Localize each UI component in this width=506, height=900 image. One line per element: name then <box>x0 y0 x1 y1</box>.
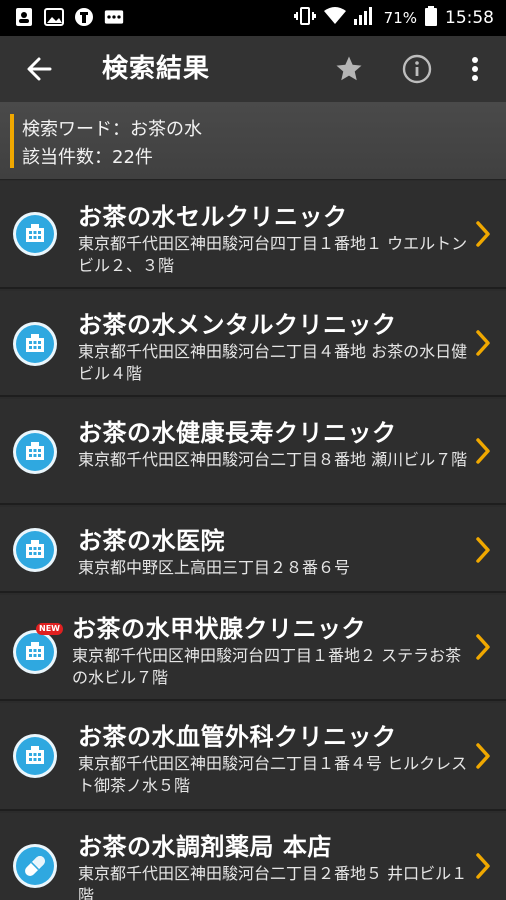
clinic-icon <box>13 630 57 674</box>
result-row[interactable]: お茶の水メンタルクリニック 東京都千代田区神田駿河台二丁目４番地 お茶の水日健ビ… <box>0 291 506 397</box>
clinic-icon <box>13 430 57 474</box>
search-summary: 検索ワード：お茶の水 該当件数：22件 <box>0 102 506 180</box>
chevron-right-icon <box>476 537 490 563</box>
new-badge: NEW <box>36 623 63 635</box>
clock: 15:58 <box>445 8 494 28</box>
result-list[interactable]: お茶の水セルクリニック 東京都千代田区神田駿河台四丁目１番地１ ウエルトンビル２… <box>0 181 506 900</box>
wifi-icon <box>323 6 346 30</box>
chevron-right-icon <box>476 330 490 356</box>
star-icon <box>336 56 362 81</box>
status-bar: 71% 15:58 <box>0 0 506 36</box>
back-button[interactable] <box>20 50 58 88</box>
facility-name: お茶の水メンタルクリニック <box>78 311 397 339</box>
chevron-right-icon <box>476 221 490 247</box>
facility-name: お茶の水医院 <box>78 527 225 555</box>
favorite-button[interactable] <box>332 52 366 86</box>
search-keyword: 検索ワード：お茶の水 <box>22 119 202 140</box>
result-row[interactable]: お茶の水健康長寿クリニック 東京都千代田区神田駿河台二丁目８番地 瀬川ビル７階 <box>0 399 506 505</box>
clinic-icon <box>13 212 57 256</box>
facility-address: 東京都千代田区神田駿河台二丁目４番地 お茶の水日健ビル４階 <box>78 342 468 383</box>
clinic-icon <box>13 322 57 366</box>
summary-accent-bar <box>10 114 14 168</box>
facility-name: お茶の水セルクリニック <box>78 203 348 231</box>
facility-name: お茶の水血管外科クリニック <box>78 723 397 751</box>
page-title: 検索結果 <box>102 54 211 84</box>
chevron-right-icon <box>476 853 490 879</box>
overflow-menu-button[interactable] <box>460 52 490 86</box>
cell-signal-icon <box>353 6 374 30</box>
contact-card-icon <box>14 6 34 28</box>
result-row[interactable]: お茶の水血管外科クリニック 東京都千代田区神田駿河台二丁目１番４号 ヒルクレスト… <box>0 703 506 811</box>
chevron-right-icon <box>476 438 490 464</box>
result-row[interactable]: お茶の水医院 東京都中野区上高田三丁目２８番６号 <box>0 507 506 593</box>
more-notifications-icon <box>104 6 124 28</box>
clinic-icon <box>13 528 57 572</box>
result-row[interactable]: お茶の水調剤薬局 本店 東京都千代田区神田駿河台二丁目２番地５ 井口ビル１階 <box>0 813 506 900</box>
app-bar: 検索結果 <box>0 36 506 102</box>
system-status: 71% 15:58 <box>293 0 494 36</box>
app-notification-icon <box>74 6 94 28</box>
chevron-right-icon <box>476 634 490 660</box>
image-icon <box>44 6 64 28</box>
arrow-back-icon <box>27 57 52 81</box>
info-button[interactable] <box>400 52 434 86</box>
facility-address: 東京都千代田区神田駿河台四丁目１番地１ ウエルトンビル２、３階 <box>78 234 468 275</box>
more-vertical-icon <box>472 57 478 81</box>
info-icon <box>402 54 432 84</box>
pharmacy-icon <box>13 844 57 888</box>
clinic-icon <box>13 734 57 778</box>
battery-icon <box>425 5 437 31</box>
clinic-icon-wrapper: NEW <box>12 623 63 675</box>
facility-name: お茶の水甲状腺クリニック <box>72 615 366 643</box>
chevron-right-icon <box>476 743 490 769</box>
facility-address: 東京都中野区上高田三丁目２８番６号 <box>78 558 351 577</box>
facility-address: 東京都千代田区神田駿河台二丁目２番地５ 井口ビル１階 <box>78 864 468 900</box>
facility-address: 東京都千代田区神田駿河台二丁目１番４号 ヒルクレスト御茶ノ水５階 <box>78 754 468 795</box>
notification-icons <box>14 6 124 28</box>
result-row[interactable]: お茶の水セルクリニック 東京都千代田区神田駿河台四丁目１番地１ ウエルトンビル２… <box>0 181 506 289</box>
facility-address: 東京都千代田区神田駿河台四丁目１番地２ ステラお茶の水ビル７階 <box>72 646 462 687</box>
result-row[interactable]: NEW お茶の水甲状腺クリニック 東京都千代田区神田駿河台四丁目１番地２ ステラ… <box>0 595 506 701</box>
facility-name: お茶の水健康長寿クリニック <box>78 419 397 447</box>
result-count: 該当件数：22件 <box>22 147 153 168</box>
facility-address: 東京都千代田区神田駿河台二丁目８番地 瀬川ビル７階 <box>78 450 468 469</box>
facility-name: お茶の水調剤薬局 本店 <box>78 833 332 861</box>
vibrate-icon <box>293 6 316 30</box>
battery-percent: 71% <box>383 9 417 27</box>
